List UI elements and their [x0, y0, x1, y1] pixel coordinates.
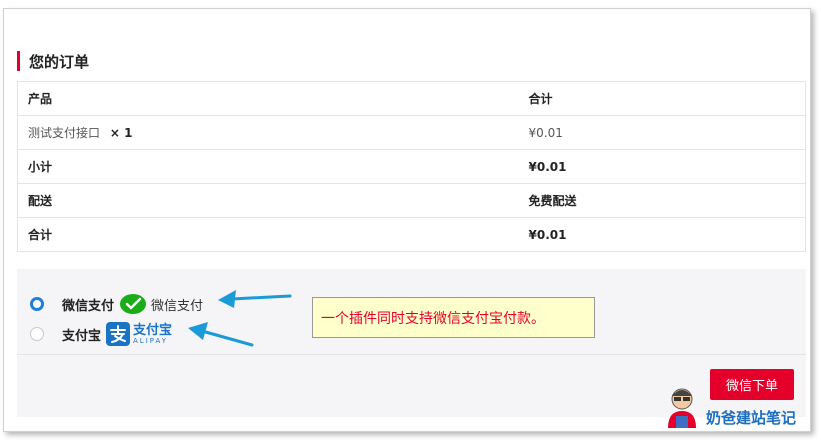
total-value: ¥0.01: [518, 217, 806, 252]
subtotal-value: ¥0.01: [518, 149, 806, 184]
product-name: 测试支付接口: [28, 126, 101, 140]
product-price: ¥0.01: [518, 115, 806, 150]
wechat-logo-text: 微信支付: [151, 298, 204, 314]
payment-option-alipay[interactable]: 支付宝 支付宝 ALIPAY: [17, 321, 172, 347]
watermark: 奶爸建站笔记: [662, 382, 796, 430]
subtotal-label: 小计: [17, 149, 519, 184]
checkout-panel: 您的订单 产品 合计 测试支付接口 × 1 ¥0.01 小计 ¥0.01 配送 …: [3, 8, 811, 432]
wechat-pay-icon: [120, 294, 147, 314]
annotation-note: 一个插件同时支持微信支付宝付款。: [312, 297, 595, 338]
shipping-label: 配送: [17, 183, 519, 218]
order-table: 产品 合计 测试支付接口 × 1 ¥0.01 小计 ¥0.01 配送 免费配送 …: [17, 81, 806, 252]
order-section-header: 您的订单: [17, 51, 89, 71]
alipay-logo: 支付宝 ALIPAY: [106, 322, 172, 346]
shipping-value: 免费配送: [518, 183, 806, 218]
alipay-logo-en: ALIPAY: [133, 336, 169, 345]
wechat-radio[interactable]: [30, 297, 44, 311]
alipay-radio[interactable]: [30, 327, 44, 341]
alipay-icon: [106, 322, 131, 346]
total-label: 合计: [17, 217, 519, 252]
table-row: 配送 免费配送: [17, 183, 806, 218]
payment-option-wechat[interactable]: 微信支付 微信支付: [17, 291, 203, 317]
annotation-arrow-wechat: [218, 290, 292, 308]
product-qty: × 1: [109, 126, 133, 140]
page-title: 您的订单: [29, 52, 90, 71]
table-row: 合计 ¥0.01: [17, 217, 806, 252]
header-total: 合计: [528, 92, 553, 106]
alipay-logo-cn: 支付宝: [133, 322, 173, 338]
header-product: 产品: [28, 92, 53, 106]
product-cell: 测试支付接口 × 1: [17, 115, 519, 150]
annotation-arrow-alipay: [188, 322, 254, 347]
mascot-icon: [668, 388, 696, 428]
watermark-text: 奶爸建站笔记: [706, 409, 797, 427]
wechat-label[interactable]: 微信支付: [62, 295, 114, 314]
title-accent-bar: [17, 51, 20, 71]
table-row: 测试支付接口 × 1 ¥0.01: [17, 115, 806, 150]
wechat-pay-logo: 微信支付: [119, 293, 203, 315]
alipay-logo-text: 支付宝 ALIPAY: [133, 324, 172, 345]
divider: [17, 354, 806, 355]
alipay-label[interactable]: 支付宝: [62, 325, 101, 344]
table-header-row: 产品 合计: [18, 82, 806, 116]
table-row: 小计 ¥0.01: [17, 149, 806, 184]
